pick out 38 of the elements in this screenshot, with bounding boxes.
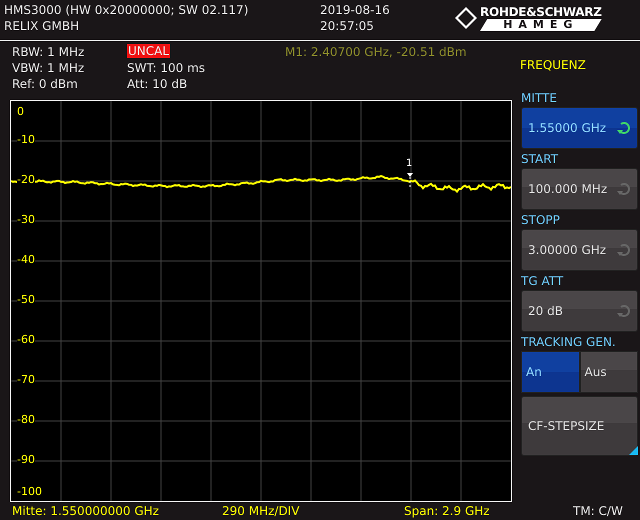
rotate-icon [617, 304, 631, 318]
uncal-badge: UNCAL [127, 44, 170, 58]
value-softkey[interactable]: 20 dB [521, 290, 638, 332]
softkey-label: MITTE [521, 90, 558, 107]
diamond-logo-icon [454, 6, 478, 30]
scale-per-division: 290 MHz/DIV [222, 503, 300, 520]
rotate-icon [617, 182, 631, 196]
logo-title: ROHDE&SCHWARZ [480, 5, 602, 19]
time-text: 20:57:05 [320, 18, 375, 34]
marker-label: 1 [406, 158, 412, 170]
menu-title: FREQUENZ [520, 57, 587, 73]
logo-banner: HAMEG [480, 19, 602, 31]
span-text: Span: 2.9 GHz [404, 503, 490, 520]
swt-text: SWT: 100 ms [127, 60, 206, 76]
softkey-label: STOPP [521, 212, 561, 229]
value-softkey[interactable]: 1.55000 GHz [521, 107, 638, 149]
value-softkey[interactable]: 3.00000 GHz [521, 229, 638, 271]
toggle-option[interactable]: An [521, 351, 580, 393]
company-name: RELIX GMBH [4, 18, 80, 34]
softkey-label: TRACKING GEN. [521, 334, 617, 351]
att-text: Att: 10 dB [127, 76, 188, 92]
device-info: HMS3000 (HW 0x20000000; SW 02.117) [4, 2, 250, 18]
marker-icon [407, 172, 413, 190]
date-text: 2019-08-16 [320, 2, 391, 18]
ref-text: Ref: 0 dBm [12, 76, 78, 92]
softkey-label: START [521, 151, 560, 168]
center-frequency: Mitte: 1.550000000 GHz [12, 503, 160, 520]
trigger-mode: TM: C/W [573, 503, 623, 520]
value-softkey[interactable]: 100.000 MHz [521, 168, 638, 210]
softkey-label: TG ATT [521, 273, 564, 290]
rbw-text: RBW: 1 MHz [12, 44, 84, 60]
rotate-icon [617, 243, 631, 257]
rotate-icon [617, 121, 631, 135]
toggle-option[interactable]: Aus [580, 351, 638, 393]
action-softkey[interactable]: CF-STEPSIZE [521, 396, 638, 456]
marker-readout: M1: 2.40700 GHz, -20.51 dBm [285, 44, 467, 60]
vbw-text: VBW: 1 MHz [12, 60, 84, 76]
submenu-corner-icon [629, 446, 638, 455]
